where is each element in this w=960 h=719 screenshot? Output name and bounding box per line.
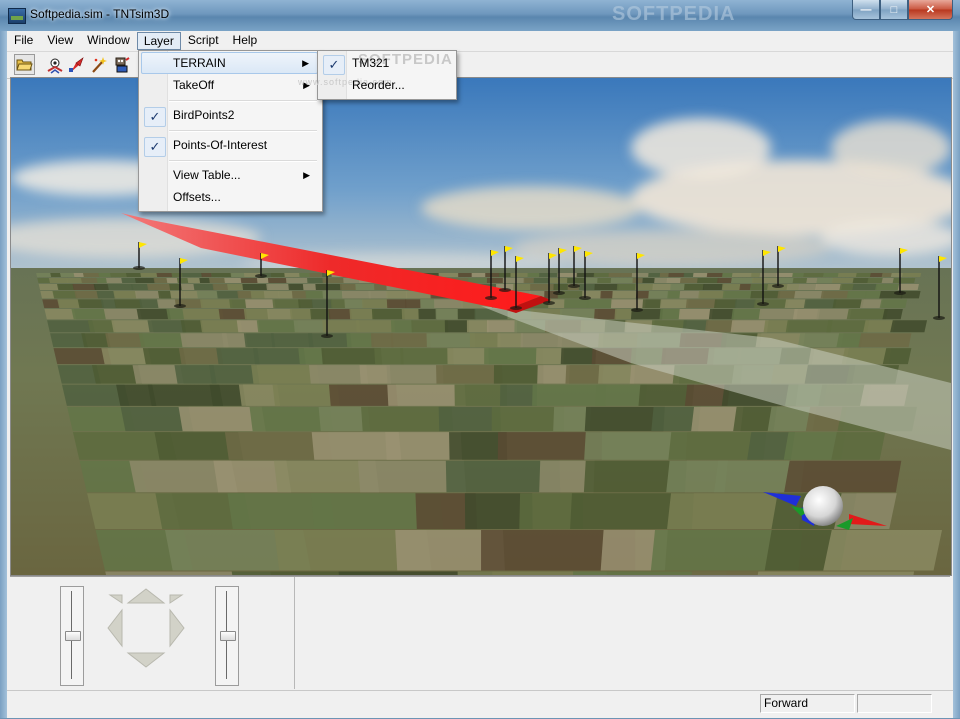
speed-slider-thumb[interactable] bbox=[220, 631, 236, 641]
layer-menu: TERRAIN ▶ TakeOff ▶ ✓ BirdPoints2 ✓ Poin… bbox=[138, 50, 323, 212]
window-frame-right bbox=[953, 31, 960, 718]
viewer-icon bbox=[47, 58, 62, 74]
direction-down-button[interactable] bbox=[126, 652, 166, 668]
direction-up-button[interactable] bbox=[126, 588, 166, 604]
toolbar-wand-button[interactable] bbox=[88, 54, 109, 75]
terrain-submenu: SOFTPEDIA www.softpedia.com ✓ TM321 Reor… bbox=[298, 50, 457, 100]
status-extra bbox=[857, 694, 932, 713]
layer-menu-item-offsets[interactable]: Offsets... bbox=[141, 186, 318, 208]
menu-view[interactable]: View bbox=[40, 31, 80, 50]
maximize-icon: □ bbox=[890, 3, 898, 16]
speed-slider[interactable] bbox=[215, 586, 239, 686]
terrain-submenu-item-tm321[interactable]: ✓ TM321 bbox=[320, 52, 452, 75]
layer-menu-item-terrain[interactable]: TERRAIN ▶ bbox=[141, 52, 318, 74]
direction-upright-button[interactable] bbox=[169, 594, 184, 604]
orientation-sphere[interactable] bbox=[803, 486, 843, 526]
panel-divider bbox=[294, 577, 295, 689]
submenu-arrow-icon: ▶ bbox=[303, 170, 310, 180]
direction-left-button[interactable] bbox=[107, 608, 123, 648]
menu-help[interactable]: Help bbox=[226, 31, 265, 50]
toolbar-robot-button[interactable] bbox=[111, 54, 132, 75]
open-folder-icon bbox=[16, 59, 33, 71]
menu-separator bbox=[169, 100, 317, 102]
watermark: SOFTPEDIA bbox=[612, 3, 736, 25]
toolbar-launch-button[interactable] bbox=[66, 54, 87, 75]
menu-layer[interactable]: Layer bbox=[136, 32, 181, 50]
minimize-icon: — bbox=[860, 3, 872, 16]
window-title: Softpedia.sim - TNTsim3D bbox=[30, 7, 170, 21]
menu-file[interactable]: File bbox=[7, 31, 40, 50]
menu-window[interactable]: Window bbox=[80, 31, 137, 50]
toolbar-viewer-button[interactable] bbox=[44, 54, 65, 75]
status-bar: Forward bbox=[7, 690, 953, 719]
checkmark-icon: ✓ bbox=[144, 107, 166, 127]
menu-separator bbox=[169, 160, 317, 162]
maximize-button[interactable]: □ bbox=[880, 0, 908, 20]
checkmark-icon: ✓ bbox=[323, 55, 345, 75]
terrain-submenu-item-reorder[interactable]: Reorder... bbox=[320, 74, 452, 96]
layer-menu-item-birdpoints2[interactable]: ✓ BirdPoints2 bbox=[141, 104, 318, 127]
close-button[interactable]: ✕ bbox=[908, 0, 953, 20]
layer-menu-item-points-of-interest[interactable]: ✓ Points-Of-Interest bbox=[141, 134, 318, 157]
menu-bar: File View Window Layer Script Help bbox=[7, 31, 953, 50]
toolbar-open-button[interactable] bbox=[14, 54, 35, 75]
layer-menu-item-takeoff[interactable]: TakeOff ▶ bbox=[141, 74, 318, 96]
submenu-arrow-icon: ▶ bbox=[302, 58, 309, 68]
altitude-slider[interactable] bbox=[60, 586, 84, 686]
title-bar[interactable]: Softpedia.sim - TNTsim3D SOFTPEDIA — □ ✕ bbox=[0, 0, 960, 31]
menu-script[interactable]: Script bbox=[181, 31, 226, 50]
checkmark-icon: ✓ bbox=[144, 137, 166, 157]
direction-pad[interactable] bbox=[106, 587, 186, 669]
direction-upleft-button[interactable] bbox=[108, 594, 123, 604]
direction-right-button[interactable] bbox=[169, 608, 185, 648]
minimize-button[interactable]: — bbox=[852, 0, 880, 20]
robot-icon bbox=[115, 56, 130, 72]
window-frame-left bbox=[0, 31, 7, 718]
app-icon[interactable] bbox=[8, 8, 26, 24]
close-icon: ✕ bbox=[925, 4, 936, 16]
layer-menu-item-view-table[interactable]: View Table... ▶ bbox=[141, 164, 318, 186]
menu-separator bbox=[169, 130, 317, 132]
rocket-icon bbox=[68, 56, 84, 72]
wand-icon bbox=[91, 56, 107, 73]
navigation-panel bbox=[10, 576, 950, 691]
altitude-slider-thumb[interactable] bbox=[65, 631, 81, 641]
status-mode: Forward bbox=[760, 694, 855, 713]
